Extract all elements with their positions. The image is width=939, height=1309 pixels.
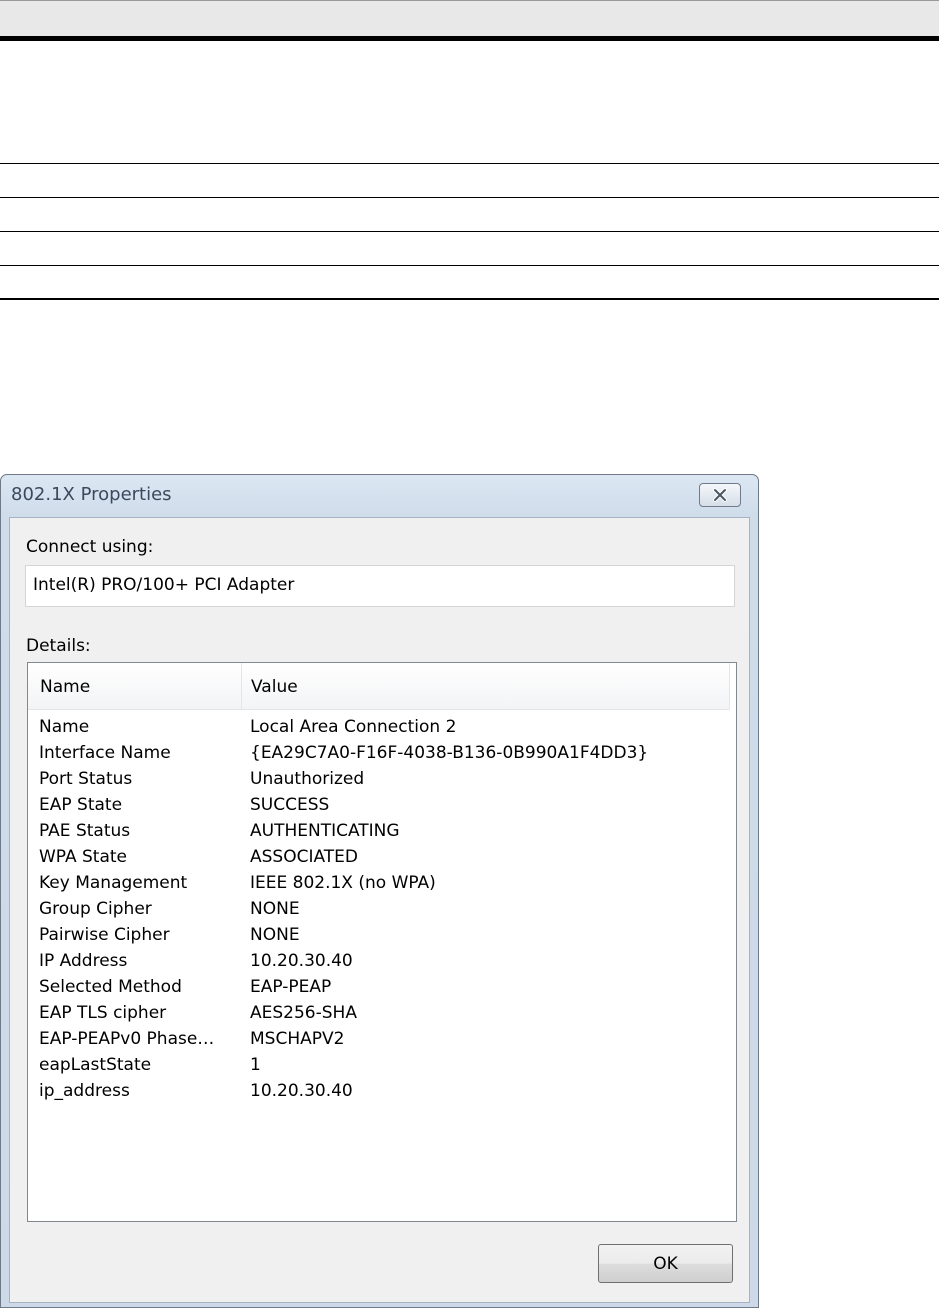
document-rule [0,231,939,232]
item-value: NONE [250,899,300,919]
list-item[interactable]: Interface Name {EA29C7A0-F16F-4038-B136-0… [28,743,730,769]
details-list[interactable]: Name Value Name Local Area Connection 2 In… [27,662,737,1222]
item-value: SUCCESS [250,795,330,815]
item-name: Name [39,717,90,737]
window-title: 802.1X Properties [11,484,172,505]
document-rule [0,197,939,198]
item-value: NONE [250,925,300,945]
item-value: {EA29C7A0-F16F-4038-B136-0B990A1F4DD3} [250,743,649,763]
list-item[interactable]: EAP State SUCCESS [28,795,730,821]
document-rule [0,265,939,266]
list-item[interactable]: Key Management IEEE 802.1X (no WPA) [28,873,730,899]
item-name: Selected Method [39,977,182,997]
item-name: Pairwise Cipher [39,925,170,945]
list-item[interactable]: PAE Status AUTHENTICATING [28,821,730,847]
close-icon [713,488,727,502]
item-name: EAP TLS cipher [39,1003,167,1023]
item-value: Unauthorized [250,769,365,789]
list-header: Name Value [28,663,730,710]
title-bar[interactable]: 802.1X Properties [1,475,758,517]
item-value: IEEE 802.1X (no WPA) [250,873,436,893]
adapter-name-field[interactable]: Intel(R) PRO/100+ PCI Adapter [25,565,735,607]
list-item[interactable]: Name Local Area Connection 2 [28,717,730,743]
list-item[interactable]: Group Cipher NONE [28,899,730,925]
item-value: 10.20.30.40 [250,951,353,971]
list-item[interactable]: EAP TLS cipher AES256-SHA [28,1003,730,1029]
item-value: ASSOCIATED [250,847,359,867]
list-rows: Name Local Area Connection 2 Interface Nam… [28,717,730,1107]
list-item[interactable]: ip_address 10.20.30.40 [28,1081,730,1107]
properties-dialog: 802.1X Properties Connect using: Intel(R… [0,474,759,1308]
document-rule [0,36,939,41]
list-item[interactable]: IP Address 10.20.30.40 [28,951,730,977]
item-name: WPA State [39,847,128,867]
column-header-value[interactable]: Value [242,663,730,709]
list-item[interactable]: Pairwise Cipher NONE [28,925,730,951]
document-rule [0,298,939,300]
connect-using-label: Connect using: [26,537,154,557]
item-name: Interface Name [39,743,171,763]
item-value: AUTHENTICATING [250,821,400,841]
item-name: Group Cipher [39,899,152,919]
item-value: 10.20.30.40 [250,1081,353,1101]
item-name: Port Status [39,769,133,789]
close-button[interactable] [699,483,741,507]
list-item[interactable]: WPA State ASSOCIATED [28,847,730,873]
item-value: 1 [250,1055,261,1075]
item-name: EAP-PEAPv0 Phase… [39,1029,215,1049]
item-name: EAP State [39,795,123,815]
item-value: Local Area Connection 2 [250,717,457,737]
item-name: PAE Status [39,821,131,841]
item-name: eapLastState [39,1055,152,1075]
document-rule [0,163,939,164]
document-table-header [0,0,939,38]
dialog-client-area: Connect using: Intel(R) PRO/100+ PCI Ada… [9,517,750,1303]
item-value: AES256-SHA [250,1003,357,1023]
item-name: IP Address [39,951,128,971]
item-name: ip_address [39,1081,130,1101]
list-item[interactable]: EAP-PEAPv0 Phase… MSCHAPV2 [28,1029,730,1055]
details-label: Details: [26,636,91,656]
column-header-name[interactable]: Name [28,663,242,709]
list-item[interactable]: Selected Method EAP-PEAP [28,977,730,1003]
list-item[interactable]: Port Status Unauthorized [28,769,730,795]
item-value: EAP-PEAP [250,977,332,997]
item-value: MSCHAPV2 [250,1029,345,1049]
list-item[interactable]: eapLastState 1 [28,1055,730,1081]
item-name: Key Management [39,873,188,893]
ok-button[interactable]: OK [598,1244,733,1283]
